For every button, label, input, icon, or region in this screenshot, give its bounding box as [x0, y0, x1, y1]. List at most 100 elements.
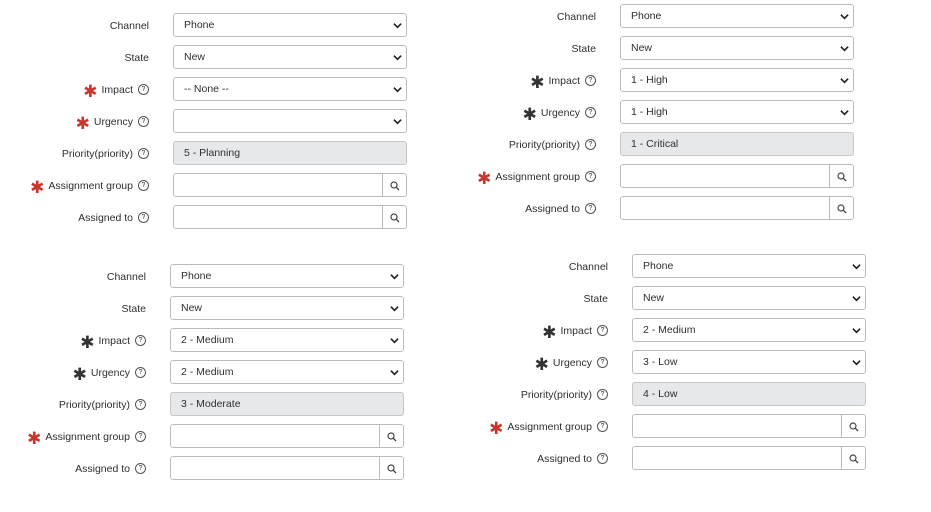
chevron-down-icon — [852, 264, 861, 270]
impact-select[interactable]: 1 - High — [620, 68, 854, 92]
label-text: Assigned to — [525, 203, 580, 215]
mandatory-asterisk-icon: ✱ — [542, 323, 557, 343]
impact-label: ✱ Impact? — [542, 318, 608, 344]
mandatory-asterisk-icon: ✱ — [534, 355, 549, 375]
help-icon[interactable]: ? — [597, 356, 608, 368]
chevron-down-icon — [840, 14, 849, 20]
impact-label: ✱ Impact? — [530, 68, 596, 94]
assignment-group-lookup-button[interactable] — [841, 414, 866, 438]
help-icon[interactable]: ? — [597, 324, 608, 336]
assigned-to-input[interactable] — [620, 196, 829, 220]
label-text: Priority(priority) — [508, 139, 580, 151]
mandatory-asterisk-icon: ✱ — [489, 419, 504, 439]
field-row-assignment-group: ✱ Assignment group? — [0, 164, 931, 190]
search-icon — [837, 204, 847, 214]
chevron-down-icon — [852, 360, 861, 366]
label-text: Assignment group — [495, 171, 580, 183]
help-icon[interactable]: ? — [585, 170, 596, 182]
chevron-down-icon — [840, 46, 849, 52]
search-icon — [849, 454, 859, 464]
assigned-to-input[interactable] — [632, 446, 841, 470]
assigned-to-label: Assigned to? — [537, 446, 608, 472]
field-row-assigned-to: Assigned to? — [0, 446, 931, 472]
assigned-to-label: Assigned to? — [525, 196, 596, 222]
mandatory-asterisk-icon: ✱ — [522, 105, 537, 125]
selected-value: Phone — [631, 10, 662, 22]
help-icon[interactable]: ? — [597, 388, 608, 400]
chevron-down-icon — [852, 328, 861, 334]
state-select[interactable]: New — [620, 36, 854, 60]
urgency-select[interactable]: 1 - High — [620, 100, 854, 124]
selected-value: Phone — [643, 260, 674, 272]
priority-readonly-field: 4 - Low — [632, 382, 866, 406]
field-row-urgency: ✱ Urgency? 1 - High — [0, 100, 931, 126]
field-row-channel: Channel Phone — [0, 254, 931, 280]
channel-select[interactable]: Phone — [632, 254, 866, 278]
help-icon[interactable]: ? — [597, 420, 608, 432]
selected-value: 1 - High — [631, 74, 668, 86]
search-icon — [849, 422, 859, 432]
urgency-select[interactable]: 3 - Low — [632, 350, 866, 374]
assigned-to-lookup-button[interactable] — [829, 196, 854, 220]
label-text: Channel — [556, 11, 596, 23]
field-row-urgency: ✱ Urgency? 3 - Low — [0, 350, 931, 376]
label-text: Impact — [548, 75, 580, 87]
assignment-group-label: ✱ Assignment group? — [477, 164, 596, 190]
mandatory-asterisk-icon: ✱ — [530, 73, 545, 93]
state-label: State — [583, 286, 608, 312]
incident-form-4: Channel Phone State New ✱ Impact? 2 - Medium ✱ U… — [0, 254, 931, 484]
label-text: Assigned to — [537, 453, 592, 465]
state-label: State — [571, 36, 596, 62]
assignment-group-input[interactable] — [632, 414, 841, 438]
urgency-label: ✱ Urgency? — [535, 350, 608, 376]
field-row-impact: ✱ Impact? 2 - Medium — [0, 318, 931, 344]
priority-value: 1 - Critical — [631, 138, 679, 150]
priority-value: 4 - Low — [643, 388, 678, 400]
label-text: Channel — [568, 261, 608, 273]
field-row-impact: ✱ Impact? 1 - High — [0, 68, 931, 94]
channel-select[interactable]: Phone — [620, 4, 854, 28]
assignment-group-input[interactable] — [620, 164, 829, 188]
label-text: Urgency — [552, 357, 592, 369]
label-text: State — [583, 293, 608, 305]
help-icon[interactable]: ? — [585, 202, 596, 214]
selected-value: 2 - Medium — [643, 324, 696, 336]
channel-label: Channel — [569, 254, 608, 280]
impact-select[interactable]: 2 - Medium — [632, 318, 866, 342]
chevron-down-icon — [840, 110, 849, 116]
label-text: Priority(priority) — [520, 389, 592, 401]
field-row-state: State New — [0, 286, 931, 312]
label-text: Impact — [560, 325, 592, 337]
field-row-priority: Priority(priority)? 1 - Critical — [0, 132, 931, 158]
assigned-to-lookup-button[interactable] — [841, 446, 866, 470]
mandatory-asterisk-icon: ✱ — [477, 169, 492, 189]
help-icon[interactable]: ? — [585, 138, 596, 150]
selected-value: 3 - Low — [643, 356, 678, 368]
help-icon[interactable]: ? — [597, 452, 608, 464]
field-row-assigned-to: Assigned to? — [0, 196, 931, 222]
state-select[interactable]: New — [632, 286, 866, 310]
priority-label: Priority(priority)? — [521, 382, 608, 408]
selected-value: New — [643, 292, 665, 304]
label-text: Urgency — [540, 107, 580, 119]
priority-label: Priority(priority)? — [509, 132, 596, 158]
field-row-assignment-group: ✱ Assignment group? — [0, 414, 931, 440]
label-text: Assignment group — [507, 421, 592, 433]
chevron-down-icon — [840, 78, 849, 84]
field-row-priority: Priority(priority)? 4 - Low — [0, 382, 931, 408]
chevron-down-icon — [852, 296, 861, 302]
search-icon — [837, 172, 847, 182]
incident-form-2: Channel Phone State New ✱ Impact? 1 - High ✱ Urg… — [0, 4, 931, 234]
channel-label: Channel — [557, 4, 596, 30]
selected-value: 1 - High — [631, 106, 668, 118]
field-row-state: State New — [0, 36, 931, 62]
selected-value: New — [631, 42, 653, 54]
help-icon[interactable]: ? — [585, 106, 596, 118]
urgency-label: ✱ Urgency? — [523, 100, 596, 126]
priority-readonly-field: 1 - Critical — [620, 132, 854, 156]
field-row-channel: Channel Phone — [0, 4, 931, 30]
assignment-group-label: ✱ Assignment group? — [489, 414, 608, 440]
assignment-group-lookup-button[interactable] — [829, 164, 854, 188]
help-icon[interactable]: ? — [585, 74, 596, 86]
label-text: State — [571, 43, 596, 55]
